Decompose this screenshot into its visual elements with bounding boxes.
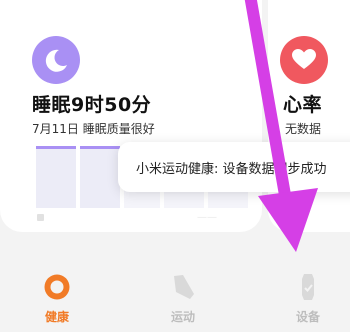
heart-rate-title: 心率	[283, 94, 323, 116]
tab-sport-label: 运动	[170, 310, 195, 324]
sync-toast-text: 小米运动健康: 设备数据同步成功	[136, 162, 327, 177]
tab-device-label: 设备	[295, 310, 320, 324]
chart-axis-label: ——	[197, 212, 217, 223]
sleep-bar	[36, 146, 76, 208]
sleep-quality-text: 7月11日 睡眠质量很好	[32, 122, 155, 136]
tab-health[interactable]: 健康	[27, 272, 87, 332]
watch-icon	[302, 274, 314, 300]
sync-toast: 小米运动健康: 设备数据同步成功	[118, 142, 350, 192]
sport-shoe-icon	[174, 275, 194, 299]
moon-icon	[32, 36, 80, 84]
sleep-bar	[80, 146, 120, 208]
tab-device[interactable]: 设备	[278, 272, 338, 332]
heart-icon	[280, 36, 328, 84]
bottom-nav: 健康 运动 设备	[0, 248, 350, 332]
chart-legend-marker	[37, 214, 44, 221]
app-screen: 睡眠9时50分 7月11日 睡眠质量很好 —— 心率 无数据 小米运动健康: 设…	[0, 0, 350, 332]
tab-health-label: 健康	[44, 310, 69, 324]
heart-rate-status: 无数据	[285, 122, 322, 136]
tab-sport[interactable]: 运动	[153, 272, 213, 332]
sleep-duration: 睡眠9时50分	[32, 94, 152, 116]
health-icon	[44, 274, 70, 300]
